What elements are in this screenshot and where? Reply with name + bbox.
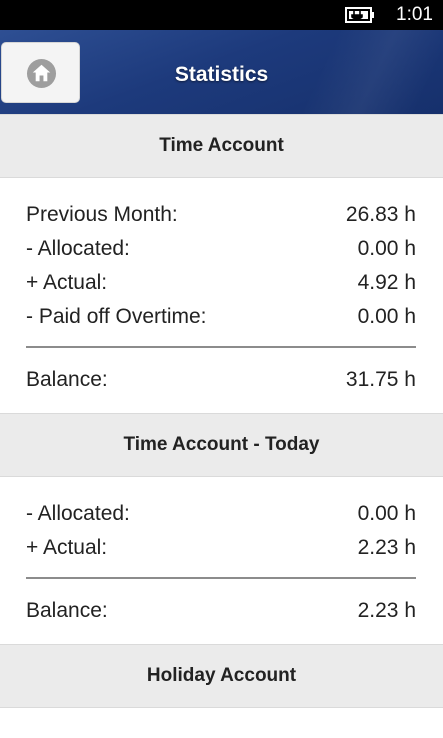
row-previous-month: Previous Month: 26.83 h xyxy=(26,198,416,232)
row-balance: Balance: 31.75 h xyxy=(26,363,416,397)
balance-label: Balance: xyxy=(26,599,108,622)
row-label: - Allocated: xyxy=(26,502,130,525)
row-actual: + Actual: 4.92 h xyxy=(26,266,416,300)
row-allocated: - Allocated: 0.00 h xyxy=(26,232,416,266)
section-header-time-account-today: Time Account - Today xyxy=(0,413,443,477)
row-actual-today: + Actual: 2.23 h xyxy=(26,531,416,565)
row-value: 0.00 h xyxy=(357,502,416,525)
row-paid-off-overtime: - Paid off Overtime: 0.00 h xyxy=(26,300,416,334)
row-allocated-today: - Allocated: 0.00 h xyxy=(26,497,416,531)
section-header-time-account: Time Account xyxy=(0,114,443,178)
balance-value: 2.23 h xyxy=(357,599,416,622)
row-value: 26.83 h xyxy=(345,203,416,226)
row-value: 0.00 h xyxy=(357,305,416,328)
row-balance-today: Balance: 2.23 h xyxy=(26,594,416,628)
row-value: 2.23 h xyxy=(357,536,416,559)
row-label: - Allocated: xyxy=(26,237,130,260)
row-label: + Actual: xyxy=(26,271,108,294)
row-label: - Paid off Overtime: xyxy=(26,305,207,328)
status-bar: 1:01 xyxy=(0,0,443,30)
row-label: + Actual: xyxy=(26,536,108,559)
app-header: Statistics xyxy=(0,30,443,114)
divider xyxy=(26,577,416,579)
section-body-time-account: Previous Month: 26.83 h - Allocated: 0.0… xyxy=(0,178,443,413)
section-header-holiday-account: Holiday Account xyxy=(0,644,443,708)
section-body-time-account-today: - Allocated: 0.00 h + Actual: 2.23 h Bal… xyxy=(0,477,443,644)
clock: 1:01 xyxy=(396,4,433,25)
battery-charging-icon xyxy=(345,7,374,23)
row-value: 4.92 h xyxy=(357,271,416,294)
page-title: Statistics xyxy=(174,63,269,86)
balance-value: 31.75 h xyxy=(345,368,416,391)
row-value: 0.00 h xyxy=(357,237,416,260)
statistics-content: Time Account Previous Month: 26.83 h - A… xyxy=(0,114,443,708)
divider xyxy=(26,346,416,348)
row-label: Previous Month: xyxy=(26,203,178,226)
balance-label: Balance: xyxy=(26,368,108,391)
